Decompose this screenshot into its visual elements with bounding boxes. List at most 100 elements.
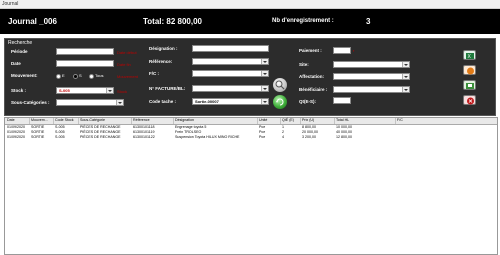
- refresh-icon: [276, 98, 284, 106]
- table-cell: 4: [282, 135, 284, 139]
- mouvement-option-tous: Tous: [95, 73, 104, 78]
- column-separator[interactable]: [300, 118, 301, 124]
- journal-title: Journal _006: [8, 17, 57, 26]
- print-button[interactable]: [463, 80, 476, 90]
- stock-hint: Stock: [117, 89, 128, 94]
- total-amount: Total: 82 800,00: [143, 17, 202, 26]
- mouvement-hint: Mouvement: [117, 74, 138, 79]
- window-titlebar: Journal: [0, 0, 500, 9]
- search-legend: Recherche: [8, 40, 33, 46]
- paiement-hint: ▪: [353, 48, 355, 53]
- facture-label: N° FACTURE/BL:: [149, 86, 186, 91]
- column-header[interactable]: QtÉ (E): [282, 118, 294, 123]
- designation-input[interactable]: [192, 45, 269, 52]
- close-icon: [467, 97, 474, 105]
- mouvement-radio-s[interactable]: [73, 74, 78, 79]
- record-count-label: Nb d'enregistrement :: [272, 18, 334, 24]
- reference-select[interactable]: [192, 58, 269, 65]
- column-separator[interactable]: [395, 118, 396, 124]
- close-button[interactable]: [463, 95, 476, 105]
- journal-grid: Date Mouvem... Code Stock Sous-Catégorie Réf…: [4, 117, 498, 255]
- sous-categorie-label: Sous-Catégories :: [11, 100, 50, 105]
- table-cell: PIÈCES DE RECHANGE: [80, 135, 121, 139]
- record-count-value: 3: [366, 17, 371, 26]
- table-cell: Pce: [259, 135, 266, 139]
- column-separator[interactable]: [173, 118, 174, 124]
- qte-input[interactable]: [333, 97, 351, 104]
- table-cell: S-005: [55, 135, 65, 139]
- column-header[interactable]: Code Stock: [55, 118, 74, 123]
- column-separator[interactable]: [29, 118, 30, 124]
- designation-label: Désignation :: [149, 46, 178, 51]
- beneficiaire-label: Bénéficiaire :: [299, 87, 328, 92]
- code-tache-label: Code tache :: [149, 99, 177, 104]
- code-tache-select[interactable]: Sortie-00007: [192, 98, 269, 105]
- table-cell: Suspension Toyota HILUX MINO RICHE: [175, 135, 240, 139]
- date-label: Date: [11, 61, 21, 66]
- grid-header: Date Mouvem... Code Stock Sous-Catégorie Réf…: [5, 118, 497, 125]
- mouvement-radio-tous[interactable]: [89, 74, 94, 79]
- affectation-select[interactable]: [333, 73, 410, 80]
- stock-select[interactable]: S-005: [56, 87, 114, 94]
- chevron-down-icon[interactable]: [261, 71, 268, 76]
- mouvement-radio-e[interactable]: [56, 74, 61, 79]
- chevron-down-icon[interactable]: [261, 86, 268, 91]
- chevron-down-icon[interactable]: [261, 99, 268, 104]
- site-select[interactable]: [333, 61, 410, 68]
- stock-select-value: S-005: [59, 88, 70, 93]
- table-cell: 61300101122: [133, 135, 155, 139]
- fc-label: F/C :: [149, 71, 159, 76]
- periode-label: Période: [11, 49, 28, 54]
- fc-select[interactable]: [192, 70, 269, 77]
- table-cell: 3 200,00: [302, 135, 316, 139]
- column-header[interactable]: Date: [7, 118, 15, 123]
- print-icon: [466, 83, 474, 89]
- search-icon: [275, 80, 285, 90]
- summary-header: Journal _006 Total: 82 800,00 Nb d'enreg…: [0, 9, 500, 34]
- reference-label: Référence:: [149, 59, 173, 64]
- chevron-down-icon[interactable]: [402, 74, 409, 79]
- column-separator[interactable]: [334, 118, 335, 124]
- sous-categorie-select[interactable]: [56, 99, 124, 106]
- column-separator[interactable]: [53, 118, 54, 124]
- column-separator[interactable]: [280, 118, 281, 124]
- site-label: Site:: [299, 62, 309, 67]
- table-cell: SORTIE: [31, 135, 45, 139]
- column-separator[interactable]: [131, 118, 132, 124]
- column-header[interactable]: Sous-Catégorie: [80, 118, 105, 123]
- chevron-down-icon[interactable]: [402, 87, 409, 92]
- mouvement-label: Mouvement:: [11, 73, 38, 78]
- chevron-down-icon[interactable]: [402, 62, 409, 67]
- refresh-button[interactable]: [273, 95, 287, 109]
- table-cell: 01/09/2020: [7, 135, 25, 139]
- column-separator[interactable]: [257, 118, 258, 124]
- pdf-export-button[interactable]: [463, 65, 476, 75]
- code-tache-value: Sortie-00007: [195, 99, 219, 104]
- qte-label: Qt(E-S):: [299, 99, 316, 104]
- periode-hint: Date début: [117, 50, 137, 55]
- paiement-label: Paiement :: [299, 48, 322, 53]
- column-header[interactable]: F/C: [397, 118, 403, 123]
- search-button[interactable]: [273, 78, 287, 92]
- table-row[interactable]: 01/09/2020 SORTIE S-005 PIÈCES DE RECHANGE 6…: [5, 135, 497, 140]
- column-header[interactable]: Prix (U): [302, 118, 314, 123]
- column-separator[interactable]: [78, 118, 79, 124]
- column-header[interactable]: Mouvem...: [31, 118, 48, 123]
- table-cell: 12 800,00: [336, 135, 352, 139]
- chevron-down-icon[interactable]: [116, 100, 123, 105]
- chevron-down-icon[interactable]: [106, 88, 113, 93]
- column-header[interactable]: Unité: [259, 118, 267, 123]
- excel-icon: X: [466, 53, 474, 60]
- beneficiaire-select[interactable]: [333, 86, 410, 93]
- date-hint: Date fin: [117, 62, 131, 67]
- column-header[interactable]: Total HL: [336, 118, 349, 123]
- chevron-down-icon[interactable]: [261, 59, 268, 64]
- facture-select[interactable]: [192, 85, 269, 92]
- paiement-input[interactable]: [333, 47, 351, 54]
- periode-input[interactable]: [56, 48, 114, 55]
- column-header[interactable]: Référence: [133, 118, 150, 123]
- date-input[interactable]: [56, 60, 114, 67]
- column-header[interactable]: Désignation: [175, 118, 194, 123]
- excel-export-button[interactable]: X: [463, 50, 476, 60]
- affectation-label: Affectation:: [299, 74, 324, 79]
